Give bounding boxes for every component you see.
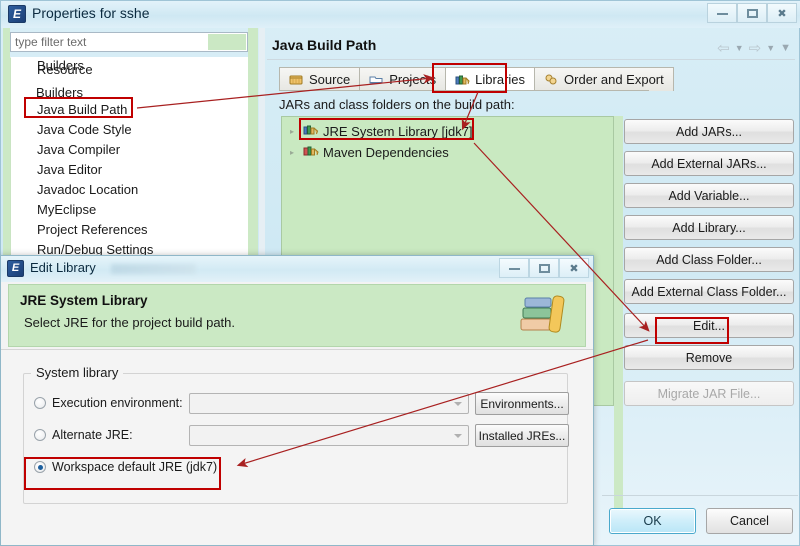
tab-projects-label: Projects — [389, 72, 437, 87]
tab-projects[interactable]: Projects — [359, 67, 447, 91]
filter-highlight — [208, 34, 246, 50]
libraries-icon — [455, 73, 470, 86]
back-chevron-down-icon[interactable]: ▼ — [735, 43, 744, 53]
cancel-button[interactable]: Cancel — [706, 508, 793, 534]
edit-library-dialog: E Edit Library ✖ JRE System Library Sele… — [0, 255, 594, 546]
projects-icon — [369, 73, 384, 86]
environments-button[interactable]: Environments... — [475, 392, 569, 415]
add-jars-button[interactable]: Add JARs... — [624, 119, 794, 144]
title-blur-artifact — [111, 264, 196, 274]
tab-source[interactable]: Source — [279, 67, 361, 91]
edit-library-body: System library Execution environment: En… — [1, 349, 593, 545]
sidebar-item-java-build-path[interactable]: Java Build Path — [37, 102, 127, 117]
tree-item-maven-label: Maven Dependencies — [323, 144, 449, 160]
remove-button[interactable]: Remove — [624, 345, 794, 370]
page-nav-icons: ⇦ ▼ ⇨ ▼ ▼ — [717, 39, 791, 57]
search-placeholder: type filter text — [15, 35, 87, 49]
minimize-icon[interactable] — [499, 258, 529, 278]
tree-right-accent — [614, 116, 623, 516]
edit-library-banner: JRE System Library Select JRE for the pr… — [8, 284, 586, 347]
build-path-list-label: JARs and class folders on the build path… — [279, 97, 515, 112]
libraries-button-column: Add JARs... Add External JARs... Add Var… — [624, 119, 794, 413]
books-icon — [515, 292, 571, 340]
tree-item-jre-system-library[interactable]: ▸ JRE System Library [jdk7] — [290, 123, 473, 139]
tab-libraries[interactable]: Libraries — [445, 67, 536, 91]
minimize-icon[interactable] — [707, 3, 737, 23]
execution-environment-combo[interactable] — [189, 393, 469, 414]
alternate-jre-radio[interactable]: Alternate JRE: — [34, 428, 133, 442]
add-variable-button[interactable]: Add Variable... — [624, 183, 794, 208]
sidebar-item-java-editor[interactable]: Java Editor — [37, 162, 102, 177]
source-folder-icon — [289, 73, 304, 86]
panel-sash[interactable] — [259, 28, 265, 258]
eclipse-icon: E — [8, 5, 26, 23]
tree-item-jre-label: JRE System Library [jdk7] — [323, 123, 473, 139]
sidebar-item-javadoc-location[interactable]: Javadoc Location — [37, 182, 138, 197]
tab-libraries-label: Libraries — [475, 72, 526, 87]
left-panel-accent — [3, 28, 10, 258]
edit-button[interactable]: Edit... — [624, 313, 794, 338]
forward-chevron-down-icon[interactable]: ▼ — [766, 43, 775, 53]
sidebar-item-project-references[interactable]: Project References — [37, 222, 148, 237]
tab-order-and-export[interactable]: Order and Export — [534, 67, 674, 91]
tab-order-export-label: Order and Export — [564, 72, 664, 87]
maven-library-icon — [303, 144, 319, 160]
edit-library-title: Edit Library — [30, 260, 96, 275]
radio-icon[interactable] — [34, 429, 46, 441]
radio-icon[interactable] — [34, 397, 46, 409]
alternate-jre-label: Alternate JRE: — [52, 428, 133, 442]
maximize-icon[interactable] — [737, 3, 767, 23]
execution-environment-label: Execution environment: — [52, 396, 183, 410]
edit-library-titlebar: E Edit Library ✖ — [1, 256, 593, 282]
library-icon — [303, 123, 319, 139]
tabs-underline — [279, 90, 649, 91]
title-divider — [267, 59, 795, 60]
footer-divider — [602, 495, 798, 496]
back-arrow-icon[interactable]: ⇦ — [717, 39, 730, 57]
left-panel-accent-right — [248, 28, 258, 258]
sidebar-item-myeclipse[interactable]: MyEclipse — [37, 202, 96, 217]
workspace-default-jre-radio[interactable]: Workspace default JRE (jdk7) — [34, 460, 217, 474]
ok-button[interactable]: OK — [609, 508, 696, 534]
forward-arrow-icon[interactable]: ⇨ — [749, 39, 762, 57]
close-icon[interactable]: ✖ — [559, 258, 589, 278]
properties-titlebar: E Properties for sshe ✖ — [1, 1, 800, 28]
add-external-jars-button[interactable]: Add External JARs... — [624, 151, 794, 176]
maximize-icon[interactable] — [529, 258, 559, 278]
installed-jres-button[interactable]: Installed JREs... — [475, 424, 569, 447]
screenshot-root: E Properties for sshe ✖ type filter text… — [0, 0, 800, 546]
chevron-right-icon[interactable]: ▸ — [290, 127, 299, 136]
sidebar-item-java-compiler[interactable]: Java Compiler — [37, 142, 120, 157]
alternate-jre-combo[interactable] — [189, 425, 469, 446]
sidebar-item-builders-label[interactable]: Builders — [36, 85, 83, 100]
order-export-icon — [544, 73, 559, 86]
build-path-tabs: Source Projects Libraries Order and Expo… — [279, 67, 674, 91]
window-controls: ✖ — [707, 3, 797, 23]
eclipse-icon: E — [7, 260, 24, 277]
window-title: Properties for sshe — [32, 5, 150, 21]
sidebar-item-java-code-style[interactable]: Java Code Style — [37, 122, 132, 137]
menu-chevron-down-icon[interactable]: ▼ — [780, 42, 791, 54]
banner-heading: JRE System Library — [20, 293, 148, 308]
page-title: Java Build Path — [272, 37, 377, 53]
sidebar-item-builders[interactable]: Builders — [37, 58, 84, 73]
add-library-button[interactable]: Add Library... — [624, 215, 794, 240]
close-icon[interactable]: ✖ — [767, 3, 797, 23]
chevron-right-icon[interactable]: ▸ — [290, 148, 299, 157]
banner-subtext: Select JRE for the project build path. — [24, 315, 236, 330]
tab-source-label: Source — [309, 72, 351, 87]
search-input[interactable]: type filter text — [10, 32, 248, 52]
tree-item-maven-dependencies[interactable]: ▸ Maven Dependencies — [290, 144, 449, 160]
system-library-group-title: System library — [31, 365, 124, 380]
edit-library-window-controls: ✖ — [499, 258, 589, 278]
add-class-folder-button[interactable]: Add Class Folder... — [624, 247, 794, 272]
chevron-down-icon[interactable] — [454, 434, 462, 438]
workspace-default-jre-label: Workspace default JRE (jdk7) — [52, 460, 218, 474]
radio-icon[interactable] — [34, 461, 46, 473]
chevron-down-icon[interactable] — [454, 402, 462, 406]
add-external-class-folder-button[interactable]: Add External Class Folder... — [624, 279, 794, 304]
execution-environment-radio[interactable]: Execution environment: — [34, 396, 183, 410]
migrate-jar-file-button: Migrate JAR File... — [624, 381, 794, 406]
